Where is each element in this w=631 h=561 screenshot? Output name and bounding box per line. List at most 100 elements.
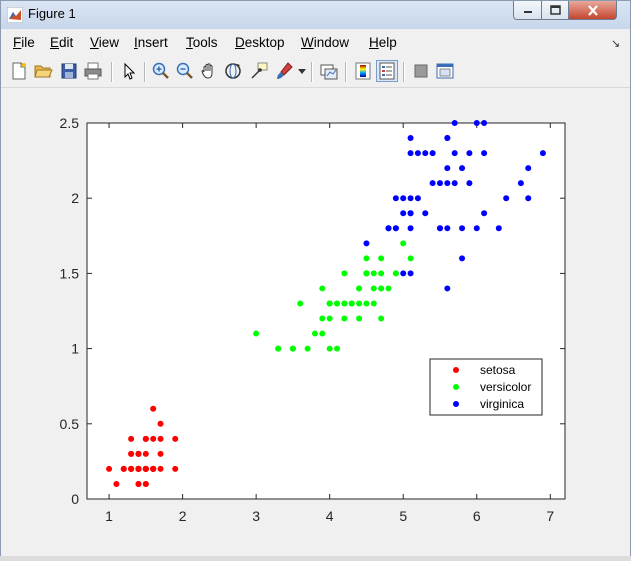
data-point-virginica	[363, 240, 370, 247]
plot-axes[interactable]	[86, 122, 566, 500]
data-point-virginica	[436, 225, 443, 232]
maximize-icon	[549, 5, 561, 15]
menu-window[interactable]: Window	[301, 35, 349, 50]
y-tick-label: 2.5	[60, 115, 80, 131]
data-point-versicolor	[348, 300, 355, 307]
pointer-icon[interactable]	[119, 61, 139, 81]
data-point-versicolor	[326, 345, 333, 352]
x-tick-label: 7	[546, 508, 554, 524]
x-tick-label: 5	[399, 508, 407, 524]
data-point-virginica	[539, 150, 546, 157]
minimize-button[interactable]	[513, 1, 542, 20]
data-point-virginica	[400, 270, 407, 277]
data-point-virginica	[407, 135, 414, 142]
data-point-versicolor	[370, 285, 377, 292]
zoom-in-icon[interactable]	[151, 61, 171, 81]
data-point-setosa	[157, 420, 164, 427]
data-point-versicolor	[356, 300, 363, 307]
data-point-virginica	[444, 225, 451, 232]
data-point-versicolor	[407, 255, 414, 262]
x-tick-label: 2	[179, 508, 187, 524]
data-point-setosa	[135, 450, 142, 457]
data-point-versicolor	[378, 270, 385, 277]
menu-help[interactable]: Help	[369, 35, 397, 50]
close-icon	[587, 4, 598, 16]
data-point-virginica	[392, 225, 399, 232]
data-point-setosa	[142, 480, 149, 487]
data-point-setosa	[135, 465, 142, 472]
legend-label-versicolor: versicolor	[480, 380, 531, 394]
link-plot-icon[interactable]	[319, 61, 339, 81]
title-bar[interactable]: Figure 1	[1, 1, 630, 29]
menu-file[interactable]: File	[13, 35, 35, 50]
figure-canvas: 1 2 3 4 5 6 7 0 0.5 1 1.5 2 2.5 setosa versicolor virgi…	[5, 89, 628, 557]
menu-view[interactable]: View	[90, 35, 119, 50]
open-file-icon[interactable]	[33, 61, 53, 81]
toolbar-separator	[311, 62, 313, 82]
data-point-versicolor	[304, 345, 311, 352]
data-point-versicolor	[356, 315, 363, 322]
data-point-virginica	[407, 195, 414, 202]
data-point-versicolor	[334, 300, 341, 307]
window-bottom-edge	[0, 556, 631, 561]
data-point-virginica	[414, 195, 421, 202]
close-button[interactable]	[569, 1, 617, 20]
colorbar-icon[interactable]	[353, 61, 373, 81]
data-point-versicolor	[341, 300, 348, 307]
figure-toolbar	[1, 57, 630, 88]
data-point-virginica	[422, 210, 429, 217]
data-point-setosa	[157, 450, 164, 457]
data-point-versicolor	[392, 270, 399, 277]
show-plot-tools-icon[interactable]	[435, 61, 455, 81]
data-point-versicolor	[370, 270, 377, 277]
data-point-virginica	[429, 150, 436, 157]
rotate-3d-icon[interactable]	[223, 61, 243, 81]
menu-edit[interactable]: Edit	[50, 35, 73, 50]
data-point-setosa	[142, 450, 149, 457]
data-point-setosa	[172, 435, 179, 442]
data-point-virginica	[495, 225, 502, 232]
data-point-setosa	[113, 480, 120, 487]
maximize-button[interactable]	[542, 1, 569, 20]
hide-plot-tools-icon[interactable]	[411, 61, 431, 81]
figure-window: Figure 1 File Edit View Insert Tools Des…	[0, 0, 631, 561]
pan-hand-icon[interactable]	[199, 61, 219, 81]
data-point-versicolor	[253, 330, 260, 337]
data-point-virginica	[385, 225, 392, 232]
data-point-virginica	[451, 150, 458, 157]
data-point-virginica	[459, 165, 466, 172]
data-point-virginica	[400, 210, 407, 217]
x-tick-label: 1	[105, 508, 113, 524]
data-point-virginica	[436, 180, 443, 187]
legend-marker-versicolor	[453, 384, 459, 390]
dock-arrow-icon[interactable]: ↘	[611, 37, 620, 50]
brush-icon[interactable]	[275, 61, 295, 81]
print-icon[interactable]	[83, 61, 103, 81]
new-figure-icon[interactable]	[9, 61, 29, 81]
menu-desktop[interactable]: Desktop	[235, 35, 285, 50]
data-point-setosa	[120, 465, 127, 472]
legend-label-setosa: setosa	[480, 363, 516, 377]
save-icon[interactable]	[59, 61, 79, 81]
data-cursor-icon[interactable]	[249, 61, 269, 81]
data-point-virginica	[444, 135, 451, 142]
legend-label-virginica: virginica	[480, 397, 524, 411]
data-point-versicolor	[311, 330, 318, 337]
menu-insert[interactable]: Insert	[134, 35, 168, 50]
x-tick-label: 4	[326, 508, 334, 524]
data-point-virginica	[414, 150, 421, 157]
data-point-virginica	[525, 165, 532, 172]
menu-tools[interactable]: Tools	[186, 35, 218, 50]
matlab-logo-icon	[7, 7, 23, 23]
zoom-out-icon[interactable]	[175, 61, 195, 81]
brush-dropdown-icon[interactable]	[298, 69, 306, 75]
data-point-virginica	[481, 120, 488, 126]
toolbar-separator	[345, 62, 347, 82]
data-point-setosa	[135, 480, 142, 487]
data-point-versicolor	[289, 345, 296, 352]
data-point-versicolor	[319, 315, 326, 322]
legend-button[interactable]	[376, 60, 398, 82]
minimize-icon	[523, 11, 532, 13]
data-point-versicolor	[319, 285, 326, 292]
data-point-versicolor	[334, 345, 341, 352]
